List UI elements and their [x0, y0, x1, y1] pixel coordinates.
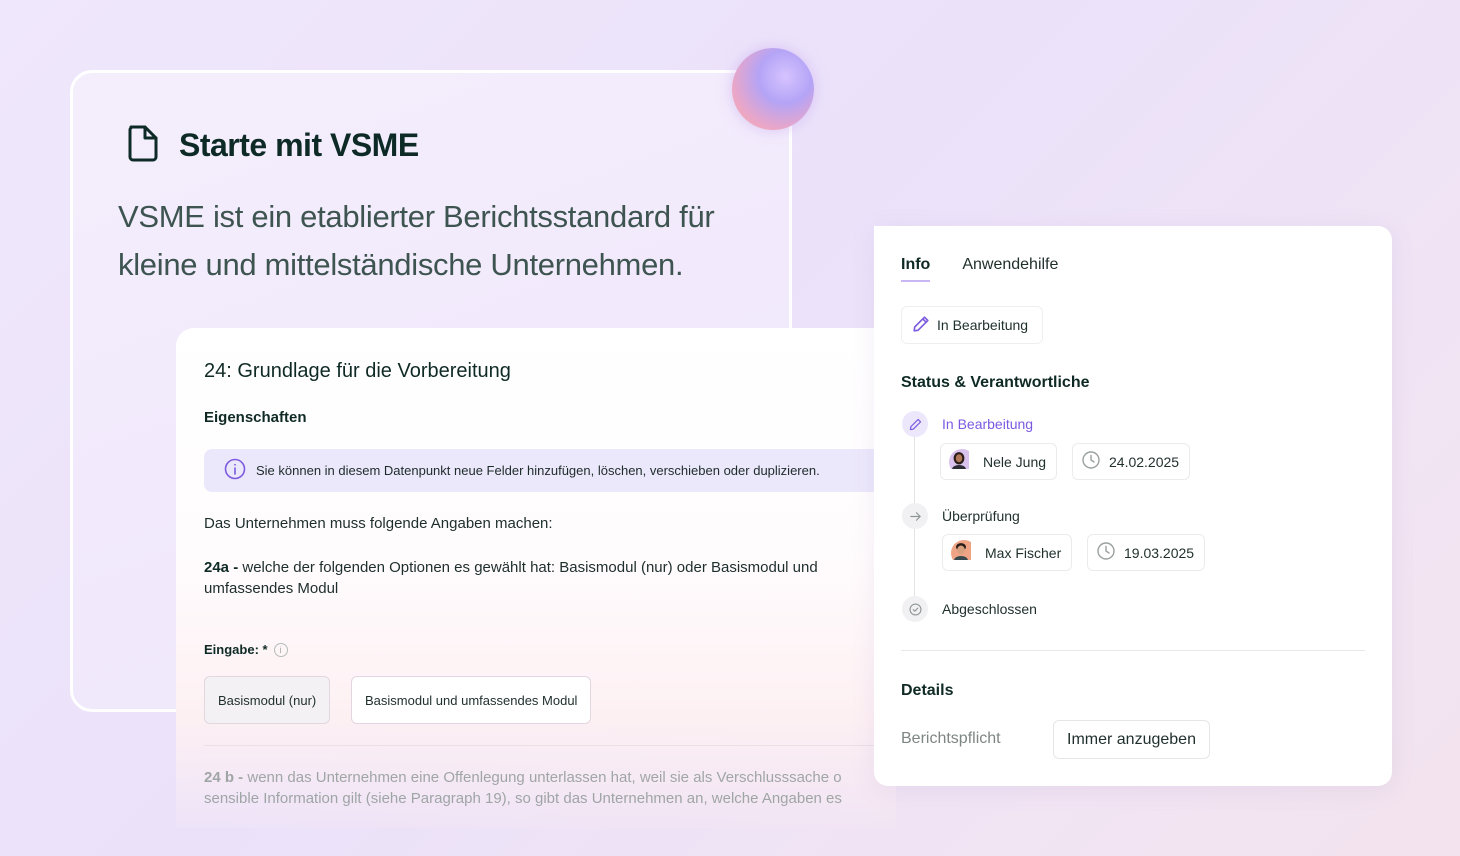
input-label-text: Eingabe: * [204, 642, 268, 657]
properties-heading: Eigenschaften [204, 409, 307, 426]
check-circle-icon [902, 596, 928, 622]
tab-info[interactable]: Info [901, 256, 931, 282]
intro-description: VSME ist ein etablierter Berichtsstandar… [118, 199, 715, 282]
details-title: Details [901, 682, 954, 699]
step-label: In Bearbeitung [942, 416, 1034, 432]
divider [901, 650, 1365, 651]
panel-tabs: Info Anwendehilfe [901, 256, 1058, 282]
info-text: Sie können in diesem Datenpunkt neue Fel… [256, 463, 820, 478]
info-icon [224, 458, 246, 483]
info-banner: Sie können in diesem Datenpunkt neue Fel… [204, 449, 884, 492]
date-chip[interactable]: 24.02.2025 [1072, 443, 1191, 480]
intro-header: Starte mit VSME [125, 123, 419, 168]
assignee-chip[interactable]: Max Fischer [942, 534, 1073, 571]
avatar [949, 448, 975, 475]
tab-anwendehilfe[interactable]: Anwendehilfe [962, 256, 1058, 282]
divider [204, 745, 894, 746]
status-badge[interactable]: In Bearbeitung [901, 306, 1044, 344]
info-panel: Info Anwendehilfe In Bearbeitung Status … [874, 226, 1392, 786]
clock-icon [1096, 541, 1116, 564]
clock-icon [1081, 450, 1101, 473]
requirement-24b-line2: sensible Information gilt (siehe Paragra… [204, 790, 842, 807]
avatar [951, 539, 977, 566]
option-basismodul[interactable]: Basismodul (nur) [204, 676, 331, 724]
decorative-orb [732, 48, 814, 130]
requirement-24b-line1: wenn das Unternehmen eine Offenlegung un… [243, 769, 842, 786]
pencil-icon [911, 314, 931, 337]
step-label: Überprüfung [942, 508, 1020, 524]
assignee-name: Max Fischer [985, 544, 1062, 561]
date-text: 24.02.2025 [1109, 453, 1180, 470]
input-label: Eingabe: * i [204, 642, 288, 657]
detail-value[interactable]: Immer anzugeben [1053, 720, 1210, 759]
detail-label: Berichtspflicht [901, 730, 1001, 747]
datapoint-title: 24: Grundlage für die Vorbereitung [204, 360, 511, 382]
arrow-right-icon [902, 503, 928, 529]
step-label: Abgeschlossen [942, 601, 1037, 617]
intro-title: Starte mit VSME [179, 127, 419, 163]
assignee-chip[interactable]: Nele Jung [940, 443, 1058, 480]
datapoint-card: 24: Grundlage für die Vorbereitung Eigen… [176, 328, 896, 828]
status-section-title: Status & Verantwortliche [901, 374, 1090, 391]
requirement-24a: 24a - welche der folgenden Optionen es g… [204, 557, 884, 599]
document-icon [125, 123, 161, 168]
requirement-24b-prefix: 24 b - [204, 769, 244, 786]
date-chip[interactable]: 19.03.2025 [1087, 534, 1206, 571]
requirement-24a-prefix: 24a - [204, 559, 239, 576]
option-basismodul-umfassend[interactable]: Basismodul und umfassendes Modul [351, 676, 592, 724]
requirement-24b: 24 b - wenn das Unternehmen eine Offenle… [204, 767, 894, 809]
requirement-intro: Das Unternehmen muss folgende Angaben ma… [204, 515, 553, 532]
pencil-icon [902, 411, 928, 437]
date-text: 19.03.2025 [1124, 544, 1195, 561]
requirement-24a-text: welche der folgenden Optionen es gewählt… [204, 559, 818, 597]
assignee-name: Nele Jung [983, 453, 1047, 470]
help-icon[interactable]: i [273, 642, 288, 657]
status-text: In Bearbeitung [937, 317, 1029, 333]
